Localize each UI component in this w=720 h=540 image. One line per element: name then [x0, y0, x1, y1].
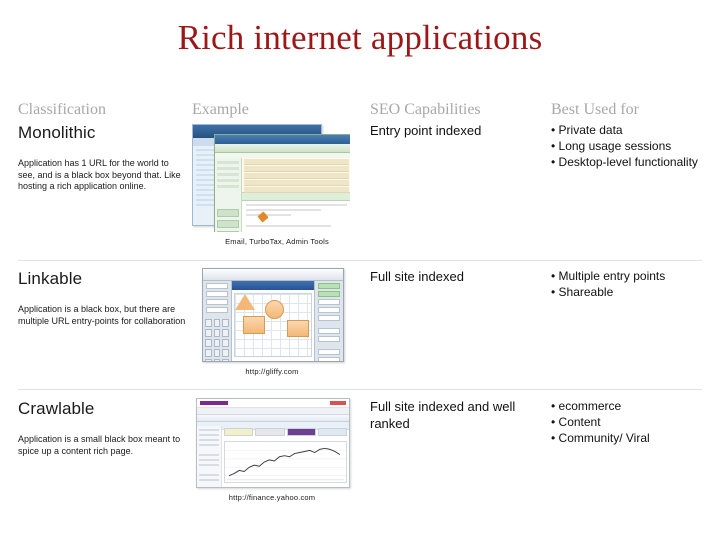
yahoo-header-button	[330, 401, 346, 405]
row-example-cell: Email, TurboTax, Admin Tools	[192, 122, 362, 247]
yahoo-promo-banners	[222, 426, 349, 438]
classification-description: Application has 1 URL for the world to s…	[18, 158, 181, 191]
diagram-rectangle-left	[243, 316, 265, 334]
best-used-for-list: • Multiple entry points • Shareable	[551, 268, 716, 300]
list-item: • Desktop-level functionality	[551, 155, 698, 169]
gliffy-shape-palette	[203, 281, 232, 361]
classification-description: Application is a black box, but there ar…	[18, 304, 186, 326]
list-item: • Community/ Viral	[551, 431, 650, 445]
yahoo-tabs	[197, 415, 349, 422]
list-item: • Content	[551, 415, 601, 429]
gliffy-canvas-toolbar	[232, 281, 314, 290]
example-caption: Email, TurboTax, Admin Tools	[225, 237, 329, 246]
seo-value: Full site indexed and well ranked	[370, 399, 516, 431]
row-classification-cell: Linkable Application is a black box, but…	[18, 268, 188, 327]
row-divider-2	[18, 389, 702, 390]
email-window-titlebar	[215, 135, 350, 144]
email-window-tabs	[215, 144, 350, 153]
classification-description: Application is a small black box meant t…	[18, 434, 181, 456]
row-best-used-cell: • ecommerce • Content • Community/ Viral	[551, 398, 716, 446]
yahoo-main-column	[222, 426, 349, 487]
stock-price-chart	[224, 441, 347, 483]
email-window-body	[215, 158, 350, 232]
best-used-for-list: • ecommerce • Content • Community/ Viral	[551, 398, 716, 446]
list-item: • ecommerce	[551, 399, 622, 413]
row-best-used-cell: • Multiple entry points • Shareable	[551, 268, 716, 300]
classification-title: Linkable	[18, 269, 83, 288]
row-classification-cell: Crawlable Application is a small black b…	[18, 398, 188, 457]
row-classification-cell: Monolithic Application has 1 URL for the…	[18, 122, 188, 193]
column-header-example: Example	[192, 101, 249, 118]
stock-price-chart-svg	[225, 447, 346, 481]
classification-title: Crawlable	[18, 399, 95, 418]
yahoo-header	[197, 399, 349, 408]
email-reading-pane	[242, 193, 350, 232]
column-header-seo: SEO Capabilities	[370, 101, 481, 118]
gliffy-grid	[234, 293, 312, 357]
gliffy-properties-panel	[314, 281, 343, 361]
row-best-used-cell: • Private data • Long usage sessions • D…	[551, 122, 716, 170]
gliffy-menubar	[203, 269, 343, 281]
yahoo-finance-chart-screenshot	[196, 398, 350, 488]
email-window-navpane	[215, 158, 242, 232]
row-example-cell: http://finance.yahoo.com	[196, 398, 366, 503]
column-header-classification: Classification	[18, 101, 106, 118]
example-caption: http://finance.yahoo.com	[228, 493, 316, 502]
best-used-for-list: • Private data • Long usage sessions • D…	[551, 122, 716, 170]
slide-canvas: Rich internet applications Classificatio…	[0, 0, 720, 540]
row-seo-cell: Full site indexed	[370, 268, 545, 285]
yahoo-navbar	[197, 408, 349, 415]
diagram-circle	[265, 300, 284, 319]
list-item: • Long usage sessions	[551, 139, 672, 153]
list-item: • Multiple entry points	[551, 269, 666, 283]
example-caption: http://gliffy.com	[245, 367, 299, 376]
yahoo-logo	[200, 401, 228, 405]
stacked-app-windows-screenshot	[192, 122, 350, 232]
diagram-rectangle-right	[287, 320, 309, 337]
seo-value: Full site indexed	[370, 269, 464, 284]
gliffy-diagram-editor-screenshot	[202, 268, 344, 362]
row-seo-cell: Full site indexed and well ranked	[370, 398, 545, 432]
gliffy-canvas	[232, 281, 314, 361]
diagram-triangle	[235, 294, 255, 310]
yahoo-data-table	[224, 484, 347, 485]
row-divider-1	[18, 260, 702, 261]
row-example-cell: http://gliffy.com	[202, 268, 372, 377]
page-title: Rich internet applications	[177, 18, 543, 57]
email-message-list	[242, 158, 350, 193]
row-seo-cell: Entry point indexed	[370, 122, 545, 139]
yahoo-sidebar	[197, 426, 222, 487]
list-item: • Private data	[551, 123, 623, 137]
yahoo-body	[197, 426, 349, 487]
classification-title: Monolithic	[18, 123, 96, 142]
foreground-email-window	[214, 134, 350, 232]
seo-value: Entry point indexed	[370, 123, 482, 138]
column-header-best-used-for: Best Used for	[551, 101, 639, 118]
list-item: • Shareable	[551, 285, 614, 299]
